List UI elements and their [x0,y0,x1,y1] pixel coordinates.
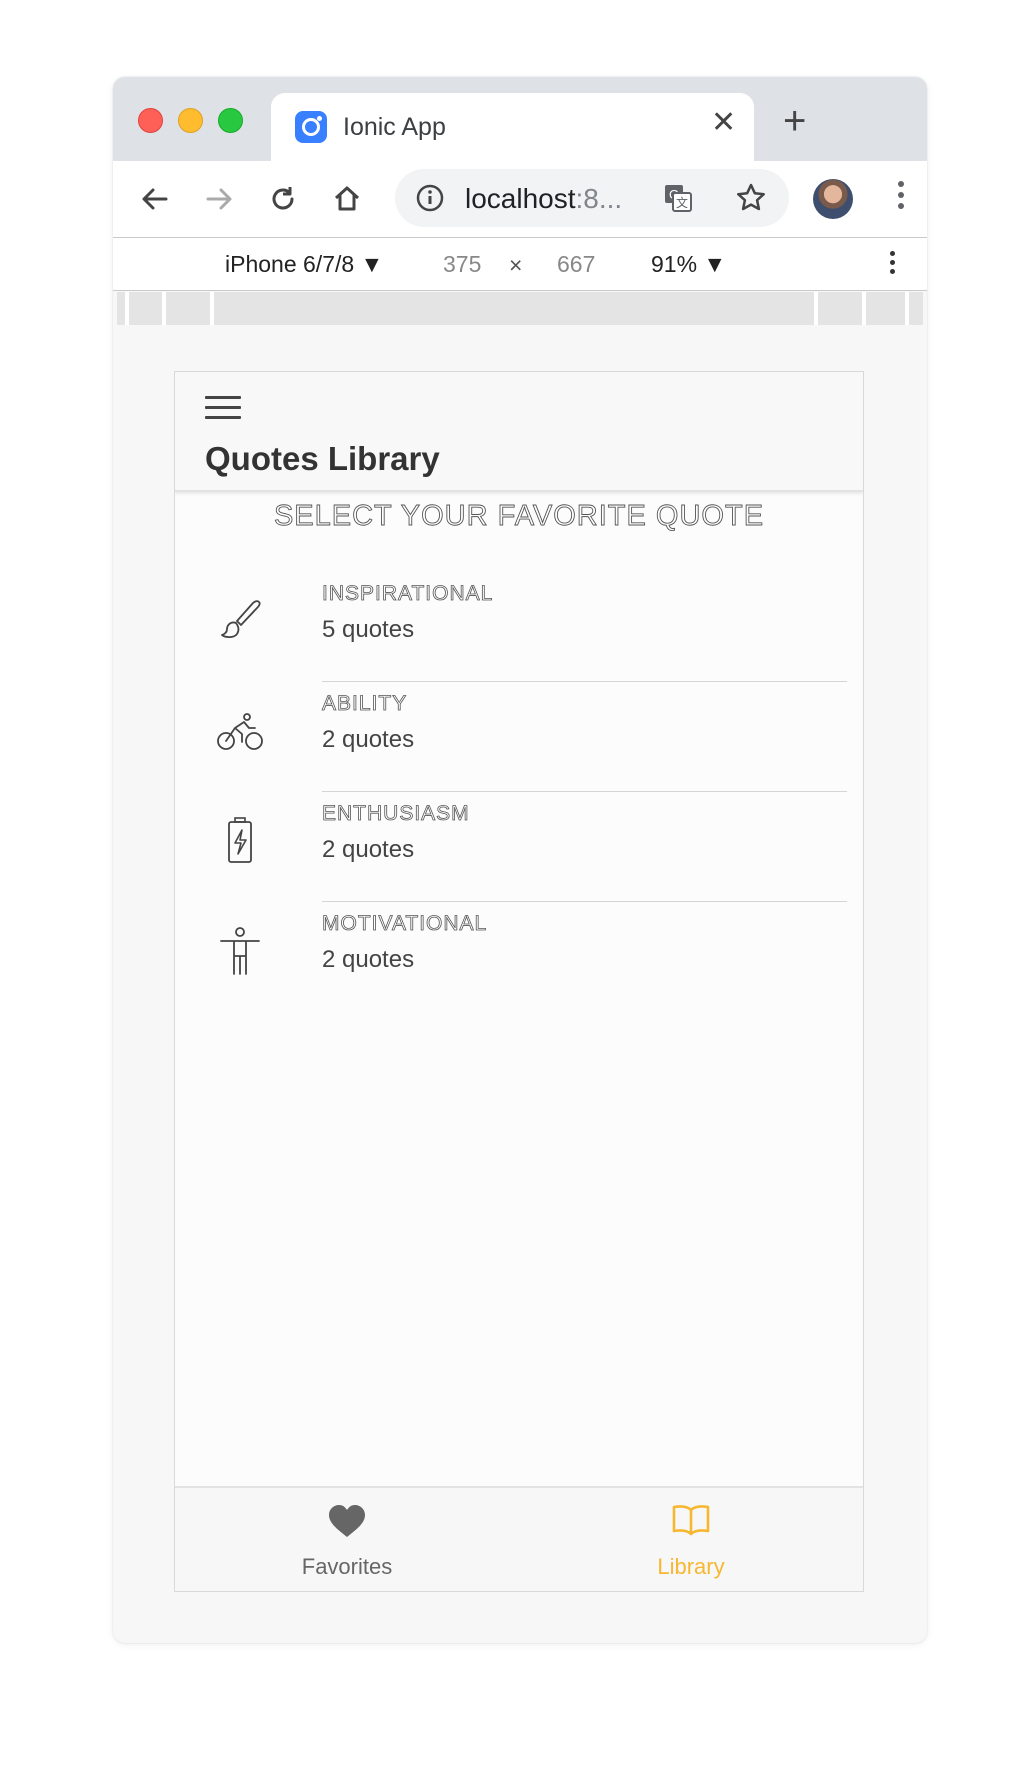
tab-close-button[interactable]: ✕ [711,108,736,138]
category-list: INSPIRATIONAL 5 quotes ABILITY 2 quotes … [175,572,863,1012]
quote-count: 2 quotes [322,836,415,863]
home-icon[interactable] [327,179,367,219]
tab-label: Library [657,1554,725,1579]
translate-icon[interactable]: G文 [663,183,693,213]
quote-count: 2 quotes [322,726,415,753]
forward-arrow-icon[interactable] [199,179,239,219]
subtitle: SELECT YOUR FAVORITE QUOTE [273,500,765,533]
list-item[interactable]: ABILITY 2 quotes [175,682,863,792]
category-name: MOTIVATIONAL [322,912,488,936]
dimension-separator: × [509,252,523,278]
address-bar[interactable]: localhost:8... G文 [395,169,789,227]
browser-toolbar: localhost:8... G文 [113,161,927,237]
svg-text:文: 文 [676,195,688,210]
tab-favorites[interactable]: Favorites [175,1488,519,1591]
close-window-button[interactable] [138,108,163,133]
category-name: ABILITY [322,692,408,716]
category-name: ENTHUSIASM [322,802,470,826]
device-viewport: Quotes Library SELECT YOUR FAVORITE QUOT… [174,371,864,1592]
ionic-favicon-icon [295,111,327,143]
list-item[interactable]: INSPIRATIONAL 5 quotes [175,572,863,682]
quote-count: 2 quotes [322,946,415,973]
kebab-menu-icon[interactable] [891,181,911,217]
device-select[interactable]: iPhone 6/7/8 ▼ [225,251,383,278]
tab-strip: Ionic App ✕ + [113,77,927,161]
page-title: Quotes Library [205,440,440,477]
star-icon[interactable] [735,182,767,214]
new-tab-button[interactable]: + [783,101,806,141]
device-width-input[interactable]: 375 [443,251,481,278]
media-query-bar[interactable] [117,292,923,325]
menu-icon[interactable] [205,396,241,426]
brush-icon [221,600,261,639]
quote-count: 5 quotes [322,616,415,643]
info-icon[interactable] [415,183,445,213]
tab-label: Favorites [301,1554,393,1579]
tab-title: Ionic App [343,113,446,141]
url-text: localhost:8... [465,183,623,214]
category-name: INSPIRATIONAL [322,582,494,606]
back-arrow-icon[interactable] [135,179,175,219]
device-height-input[interactable]: 667 [557,251,595,278]
zoom-select[interactable]: 91% ▼ [651,251,726,278]
tab-library[interactable]: Library [519,1488,863,1591]
device-options-icon[interactable] [886,251,898,281]
body-icon [220,927,260,975]
tab-bar: Favorites Library [175,1486,863,1591]
list-item[interactable]: ENTHUSIASM 2 quotes [175,792,863,902]
maximize-window-button[interactable] [218,108,243,133]
reload-icon[interactable] [263,179,303,219]
device-toolbar: iPhone 6/7/8 ▼ 375 × 667 91% ▼ [113,237,927,291]
heart-icon [329,1505,365,1537]
book-icon [672,1505,710,1536]
battery-charging-icon [228,817,252,863]
app-header: Quotes Library [175,372,863,492]
avatar[interactable] [813,179,853,219]
list-item[interactable]: MOTIVATIONAL 2 quotes [175,902,863,1012]
browser-tab[interactable]: Ionic App ✕ [271,93,754,161]
bicycle-icon [217,713,263,750]
minimize-window-button[interactable] [178,108,203,133]
